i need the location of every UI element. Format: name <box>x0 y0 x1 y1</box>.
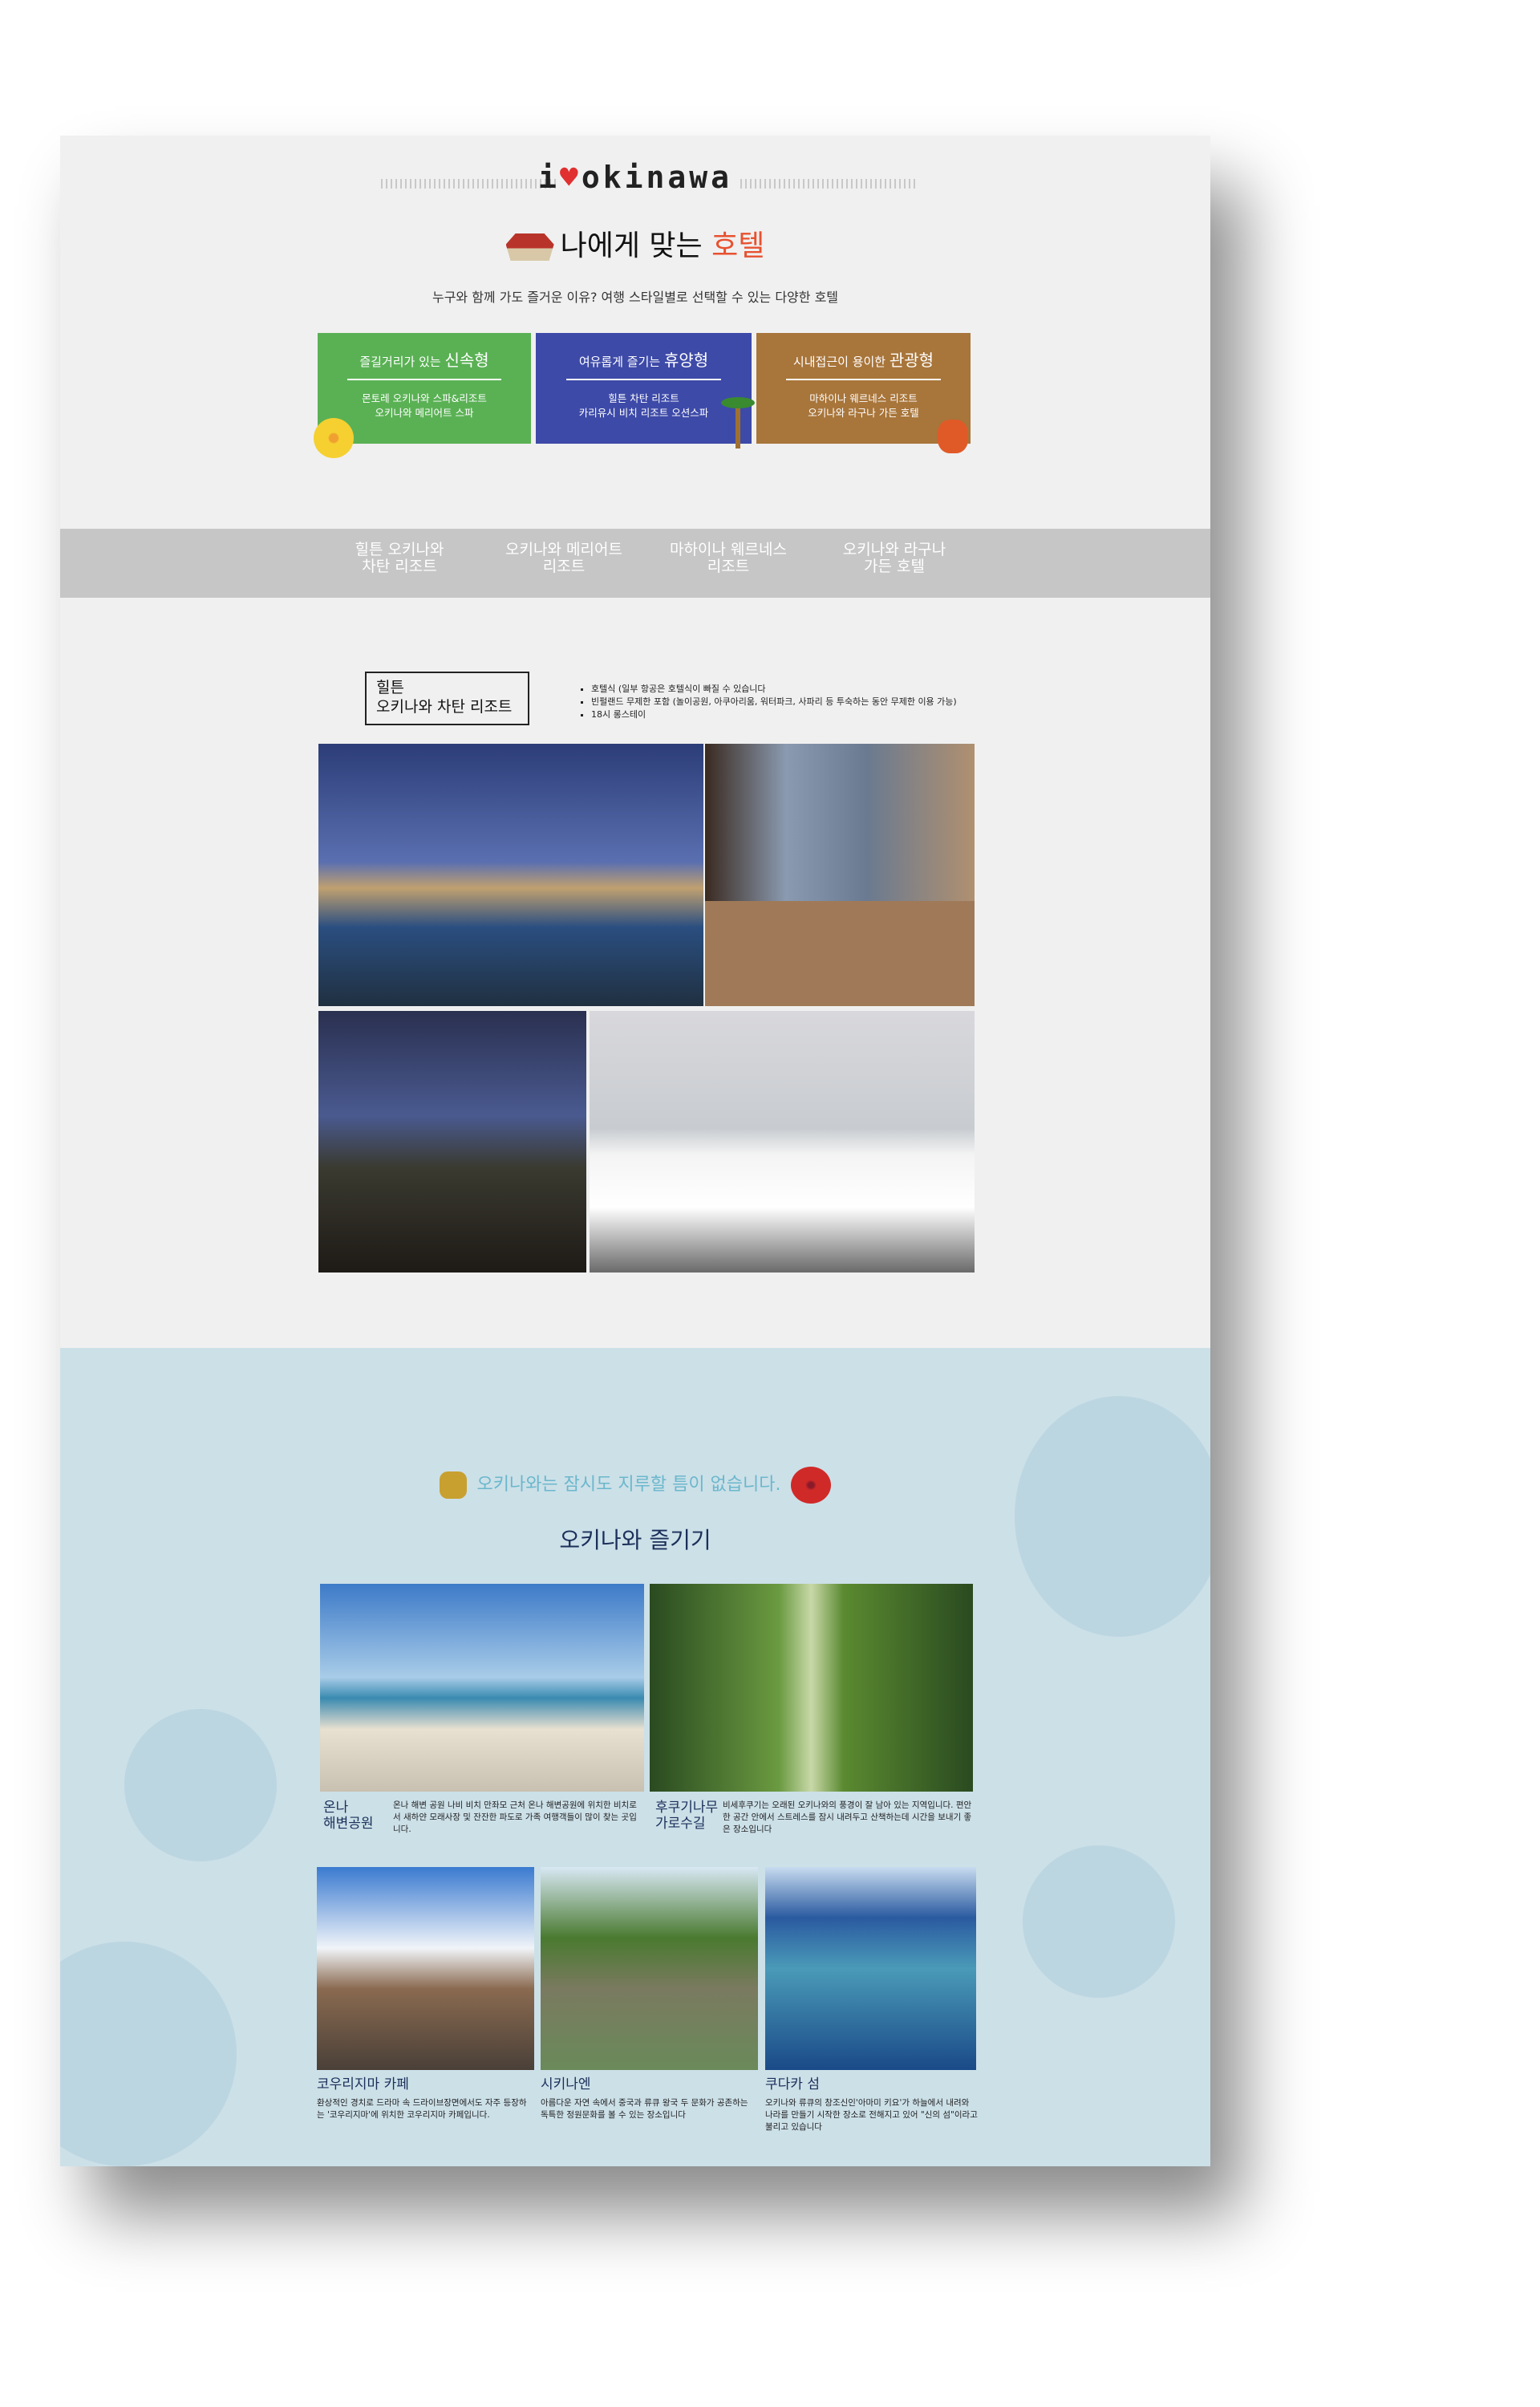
photo-kudaka-island <box>765 1867 976 2070</box>
hibiscus-red-icon <box>790 1467 831 1504</box>
spot-name: 쿠다카 섬 <box>765 2076 820 2092</box>
nav-item-hilton[interactable]: 힐튼 오키나와 차탄 리조트 <box>319 542 480 575</box>
tagline: 오키나와는 잠시도 지루할 틈이 없습니다. <box>60 1467 1210 1504</box>
photo-kouri-cafe <box>317 1867 534 2070</box>
page-title: 나에게 맞는 호텔 <box>60 222 1210 264</box>
photo-hotel-room <box>590 1011 975 1273</box>
card-hotel: 오키나와 라구나 가든 호텔 <box>808 407 919 419</box>
card-hotel: 힐튼 차탄 리조트 <box>608 392 679 404</box>
card-type: 신속형 <box>444 351 489 370</box>
shisa-icon <box>938 420 968 453</box>
subtitle: 누구와 함께 가도 즐거운 이유? 여행 스타일별로 선택할 수 있는 다양한 … <box>432 290 839 305</box>
spot-desc: 환상적인 경치로 드라마 속 드라이브장면에서도 자주 등장하는 '코우리지마'… <box>317 2098 527 2120</box>
photo-onna-beach <box>320 1584 644 1792</box>
logo-text: okinawa <box>581 160 732 195</box>
card-type: 휴양형 <box>663 351 709 370</box>
feature-item: 호텔식 (일부 항공은 호텔식이 빠질 수 있습니다 <box>591 683 957 696</box>
heart-icon: ♥ <box>559 160 582 195</box>
nav-item-mahaina[interactable]: 마하이나 웨르네스 리조트 <box>648 542 808 575</box>
hibiscus-bg-icon <box>1015 1396 1210 1637</box>
photo-fukugi-road <box>650 1584 973 1792</box>
card-type: 관광형 <box>889 351 934 370</box>
tagline-text: 오키나와는 잠시도 지루할 틈이 없습니다. <box>476 1475 781 1495</box>
nav-item-marriott[interactable]: 오키나와 메리어트 리조트 <box>484 542 644 575</box>
section-title: 오키나와 즐기기 <box>559 1527 711 1553</box>
hotel-name-line2: 오키나와 차탄 리조트 <box>376 698 513 716</box>
palm-tree-icon <box>721 397 755 449</box>
spot-desc: 오키나와 류큐의 창조신인'아마미 키요'가 하늘에서 내려와 나라를 만들기 … <box>765 2098 978 2132</box>
photo-shikinaen <box>541 1867 758 2070</box>
card-prefix: 시내접근이 용이한 <box>792 355 890 369</box>
spot-card: 쿠다카 섬오키나와 류큐의 창조신인'아마미 키요'가 하늘에서 내려와 나라를… <box>765 2076 978 2133</box>
hotel-nav: 힐튼 오키나와 차탄 리조트 오키나와 메리어트 리조트 마하이나 웨르네스 리조트 … <box>60 529 1210 598</box>
spot-desc: 비세후쿠기는 오래된 오키나와의 풍경이 잘 남아 있는 지역입니다. 편안한 … <box>723 1800 972 1834</box>
hotel-name-line1: 힐튼 <box>376 679 404 696</box>
feature-item: 18시 롱스테이 <box>591 708 957 721</box>
hibiscus-bg-icon <box>124 1709 277 1861</box>
card-hotel: 마하이나 웨르네스 리조트 <box>809 392 918 404</box>
logo[interactable]: i♥okinawa <box>60 160 1210 195</box>
spot-desc: 아름다운 자연 속에서 중국과 류큐 왕국 두 문화가 공존하는 독특한 정원문… <box>541 2098 748 2120</box>
hotel-features: 호텔식 (일부 항공은 호텔식이 빠질 수 있습니다 빈펄랜드 무제한 포함 (… <box>591 683 957 721</box>
spot-card: 코우리지마 카페환상적인 경치로 드라마 속 드라이브장면에서도 자주 등장하는… <box>317 2076 533 2121</box>
card-hotel: 카리유시 비치 리조트 오션스파 <box>578 407 709 419</box>
hotel-name-box: 힐튼오키나와 차탄 리조트 <box>365 672 529 725</box>
spot-desc: 온나 해변 공원 나비 비치 만좌모 근처 온나 해변공원에 위치한 비치로서 … <box>393 1800 637 1834</box>
spot-name: 코우리지마 카페 <box>317 2076 409 2092</box>
photo-hotel-terrace <box>318 1011 586 1273</box>
photo-hotel-pool-night <box>318 744 703 1006</box>
sanshin-icon <box>440 1471 468 1499</box>
page-panel: i♥okinawa 나에게 맞는 호텔 누구와 함께 가도 즐거운 이유? 여행… <box>60 136 1210 2166</box>
photo-hotel-lobby <box>705 744 975 1006</box>
hibiscus-bg-icon <box>1023 1845 1175 1998</box>
feature-item: 빈펄랜드 무제한 포함 (놀이공원, 아쿠아리움, 워터파크, 사파리 등 투숙… <box>591 696 957 708</box>
card-huyang[interactable]: 여유롭게 즐기는 휴양형 힐튼 차탄 리조트카리유시 비치 리조트 오션스파 <box>536 333 752 444</box>
hibiscus-yellow-icon <box>314 418 354 458</box>
title-accent: 호텔 <box>711 229 765 262</box>
nav-item-laguna[interactable]: 오키나와 라구나 가든 호텔 <box>814 542 975 575</box>
spot-name: 온나 해변공원 <box>323 1800 374 1832</box>
spot-name: 후쿠기나무 가로수길 <box>655 1800 719 1832</box>
logo-i: i <box>538 160 560 195</box>
spot-name: 시키나엔 <box>541 2076 591 2092</box>
card-hotel: 몬토레 오키나와 스파&리조트 <box>362 392 487 404</box>
enjoy-section: 오키나와는 잠시도 지루할 틈이 없습니다. 오키나와 즐기기 온나 해변공원 온… <box>60 1348 1210 2166</box>
hibiscus-bg-icon <box>60 1942 237 2166</box>
card-prefix: 즐길거리가 있는 <box>359 355 445 369</box>
card-prefix: 여유롭게 즐기는 <box>578 355 664 369</box>
card-hotel: 오키나와 메리어트 스파 <box>375 407 474 419</box>
spot-card: 시키나엔아름다운 자연 속에서 중국과 류큐 왕국 두 문화가 공존하는 독특한… <box>541 2076 757 2121</box>
shrine-icon <box>505 233 554 261</box>
title-main: 나에게 맞는 <box>560 229 712 262</box>
